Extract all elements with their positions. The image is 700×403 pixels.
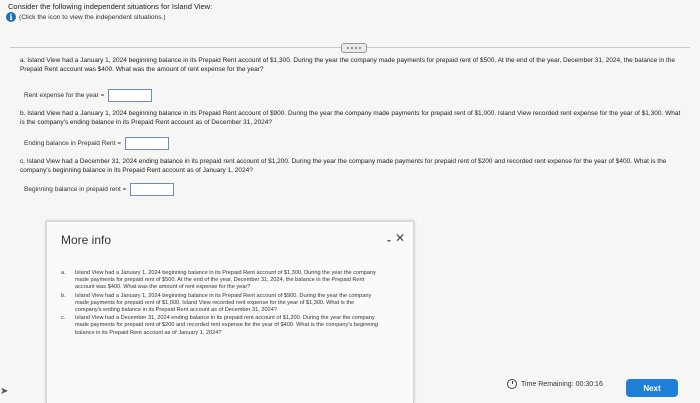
answer-row-c: Beginning balance in prepaid rent = xyxy=(24,183,175,196)
list-item: b. Island View had a January 1, 2024 beg… xyxy=(61,293,381,315)
ending-balance-input[interactable] xyxy=(125,137,170,150)
drag-handle-icon[interactable] xyxy=(341,43,367,53)
minimize-button[interactable]: - xyxy=(387,233,391,247)
next-button[interactable]: Next xyxy=(626,379,678,397)
rent-expense-input[interactable] xyxy=(108,89,153,102)
answer-row-b: Ending balance in Prepaid Rent = xyxy=(24,137,170,150)
beginning-balance-input[interactable] xyxy=(130,183,175,196)
info-icon[interactable]: i xyxy=(6,12,16,22)
intro-subtitle-row: i (Click the icon to view the independen… xyxy=(6,12,166,22)
timer-text: Time Remaining: 00:30:16 xyxy=(521,380,603,388)
list-item-letter: a. xyxy=(61,270,66,276)
answer-label-a: Rent expense for the year = xyxy=(24,92,105,99)
answer-row-a: Rent expense for the year = xyxy=(24,89,153,102)
time-remaining: Time Remaining: 00:30:16 xyxy=(507,379,603,389)
list-item: c. Island View had a December 31, 2024 e… xyxy=(61,315,381,337)
list-item: a. Island View had a January 1, 2024 beg… xyxy=(61,270,381,292)
answer-label-c: Beginning balance in prepaid rent = xyxy=(24,186,127,193)
clock-icon xyxy=(507,379,517,389)
list-item-text: Island View had a January 1, 2024 beginn… xyxy=(75,292,372,314)
more-info-panel: More info - ✕ a. Island View had a Janua… xyxy=(46,221,414,403)
intro-subtitle: (Click the icon to view the independent … xyxy=(19,13,166,21)
list-item-text: Island View had a January 1, 2024 beginn… xyxy=(75,270,376,291)
list-item-letter: c. xyxy=(61,315,66,322)
panel-title: More info xyxy=(61,233,112,247)
question-a-text: a. Island View had a January 1, 2024 beg… xyxy=(20,57,676,73)
page: Consider the following independent situa… xyxy=(0,0,700,403)
list-item-text: Island View had a December 31, 2024 endi… xyxy=(75,315,379,336)
question-b-text: b. Island View had a January 1, 2024 beg… xyxy=(20,110,681,126)
cursor-arrow-icon: ➤ xyxy=(0,386,9,397)
list-item-letter: b. xyxy=(61,292,66,299)
answer-label-b: Ending balance in Prepaid Rent = xyxy=(24,140,122,147)
panel-list: a. Island View had a January 1, 2024 beg… xyxy=(61,270,381,338)
intro-title: Consider the following independent situa… xyxy=(8,2,213,11)
question-c-text: c. Island View had a December 31, 2024 e… xyxy=(20,158,667,174)
close-button[interactable]: ✕ xyxy=(395,231,405,245)
